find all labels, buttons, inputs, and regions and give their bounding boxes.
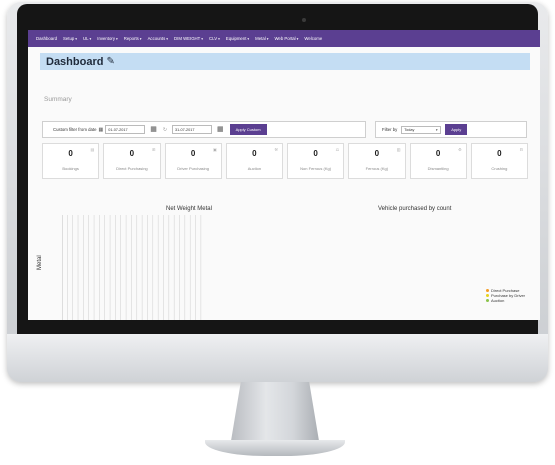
stat-cards: 0 Bookings ▤ 0 Direct Purchasing ⊞ 0 Dri… (42, 143, 528, 179)
pencil-icon[interactable]: ✎ (106, 56, 114, 67)
net-weight-chart (62, 215, 202, 320)
nav-web-portal[interactable]: Web Portal▾ (274, 36, 298, 41)
nav-accounts[interactable]: Accounts▾ (148, 36, 168, 41)
card-label: Crushing (491, 166, 508, 171)
card-label: Dismantling (427, 166, 449, 171)
vehicle-pie-legend: Direct Purchase Purchase by Driver Auction (486, 288, 525, 303)
weight-icon: ▥ (396, 147, 401, 152)
card-label: Bookings (62, 166, 79, 171)
summary-label: Summary (44, 96, 72, 103)
card-non-ferrous[interactable]: 0 Non Ferrous (Kg) ⚖ (287, 143, 345, 179)
nav-welcome[interactable]: Welcome (304, 36, 322, 41)
crusher-icon: ⊟ (519, 147, 523, 152)
nav-dashboard[interactable]: Dashboard (36, 36, 57, 41)
apply-custom-button[interactable]: Apply Custom (229, 124, 267, 135)
legend-swatch (486, 294, 489, 297)
to-date-input[interactable] (172, 125, 213, 134)
top-nav: Dashboard Setup▾ UL▾ Inventory▾ Reports▾… (28, 30, 540, 47)
page-title: Dashboard (46, 55, 104, 68)
nav-dim-weight[interactable]: DIM WEIGHT▾ (174, 36, 203, 41)
card-auction[interactable]: 0 Auction ⚒ (225, 143, 283, 179)
card-label: Non Ferrous (Kg) (300, 166, 332, 171)
vehicle-pie-chart-title: Vehicle purchased by count (378, 206, 452, 212)
card-crushing[interactable]: 0 Crushing ⊟ (470, 143, 528, 179)
legend-label: Auction (491, 298, 505, 303)
card-label: Driver Purchasing (177, 166, 210, 171)
filter-by-select[interactable]: Today ▼ (401, 125, 442, 134)
filter-by-label: Filter by (382, 127, 398, 132)
truck-icon: ▣ (212, 147, 217, 152)
monitor-base (205, 440, 345, 456)
card-ferrous[interactable]: 0 Ferrous (Kg) ▥ (348, 143, 406, 179)
legend-swatch (486, 299, 489, 302)
page-header: Dashboard ✎ (40, 53, 530, 70)
chart-y-axis-label: Metal (37, 255, 43, 270)
chevron-down-icon: ▼ (435, 127, 439, 132)
nav-clv[interactable]: CLV▾ (209, 36, 220, 41)
card-label: Direct Purchasing (116, 166, 148, 171)
legend-item[interactable]: Auction (486, 298, 525, 303)
nav-reports[interactable]: Reports▾ (124, 36, 142, 41)
card-bookings[interactable]: 0 Bookings ▤ (42, 143, 100, 179)
card-driver-purchasing[interactable]: 0 Driver Purchasing ▣ (164, 143, 222, 179)
gavel-icon: ⚒ (274, 147, 278, 152)
from-date-input[interactable] (105, 125, 146, 134)
to-date-picker-icon[interactable]: ▦ (217, 126, 224, 133)
custom-filter-label: Custom filter from date (53, 127, 97, 132)
card-label: Ferrous (Kg) (365, 166, 389, 171)
legend-swatch (486, 289, 489, 292)
wrench-icon: ⚙ (458, 147, 462, 152)
nav-metal[interactable]: Metal▾ (255, 36, 268, 41)
card-dismantling[interactable]: 0 Dismantling ⚙ (409, 143, 467, 179)
date-range-separator-icon: ↻ (162, 126, 168, 133)
camera-icon (302, 18, 306, 22)
nav-equipment[interactable]: Equipment▾ (226, 36, 249, 41)
calendar-icon: ▦ (98, 126, 104, 133)
monitor: Dashboard Setup▾ UL▾ Inventory▾ Reports▾… (7, 2, 548, 382)
monitor-stand (230, 382, 320, 447)
from-date-picker-icon[interactable]: ▦ (150, 126, 157, 133)
card-direct-purchasing[interactable]: 0 Direct Purchasing ⊞ (103, 143, 161, 179)
nav-ul[interactable]: UL▾ (83, 36, 91, 41)
filter-by-panel: Filter by Today ▼ Apply (375, 121, 527, 138)
nav-setup[interactable]: Setup▾ (63, 36, 77, 41)
net-weight-chart-title: Net Weight Metal (166, 206, 212, 212)
scale-icon: ⚖ (335, 147, 340, 152)
screen: Dashboard Setup▾ UL▾ Inventory▾ Reports▾… (28, 30, 540, 320)
cart-icon: ⊞ (152, 147, 156, 152)
card-label: Auction (247, 166, 262, 171)
monitor-chin (7, 334, 548, 382)
apply-button[interactable]: Apply (445, 124, 468, 135)
nav-inventory[interactable]: Inventory▾ (97, 36, 117, 41)
custom-date-filter: Custom filter from date ▦ ▦ ↻ ▦ Apply Cu… (42, 121, 366, 138)
book-icon: ▤ (90, 147, 95, 152)
